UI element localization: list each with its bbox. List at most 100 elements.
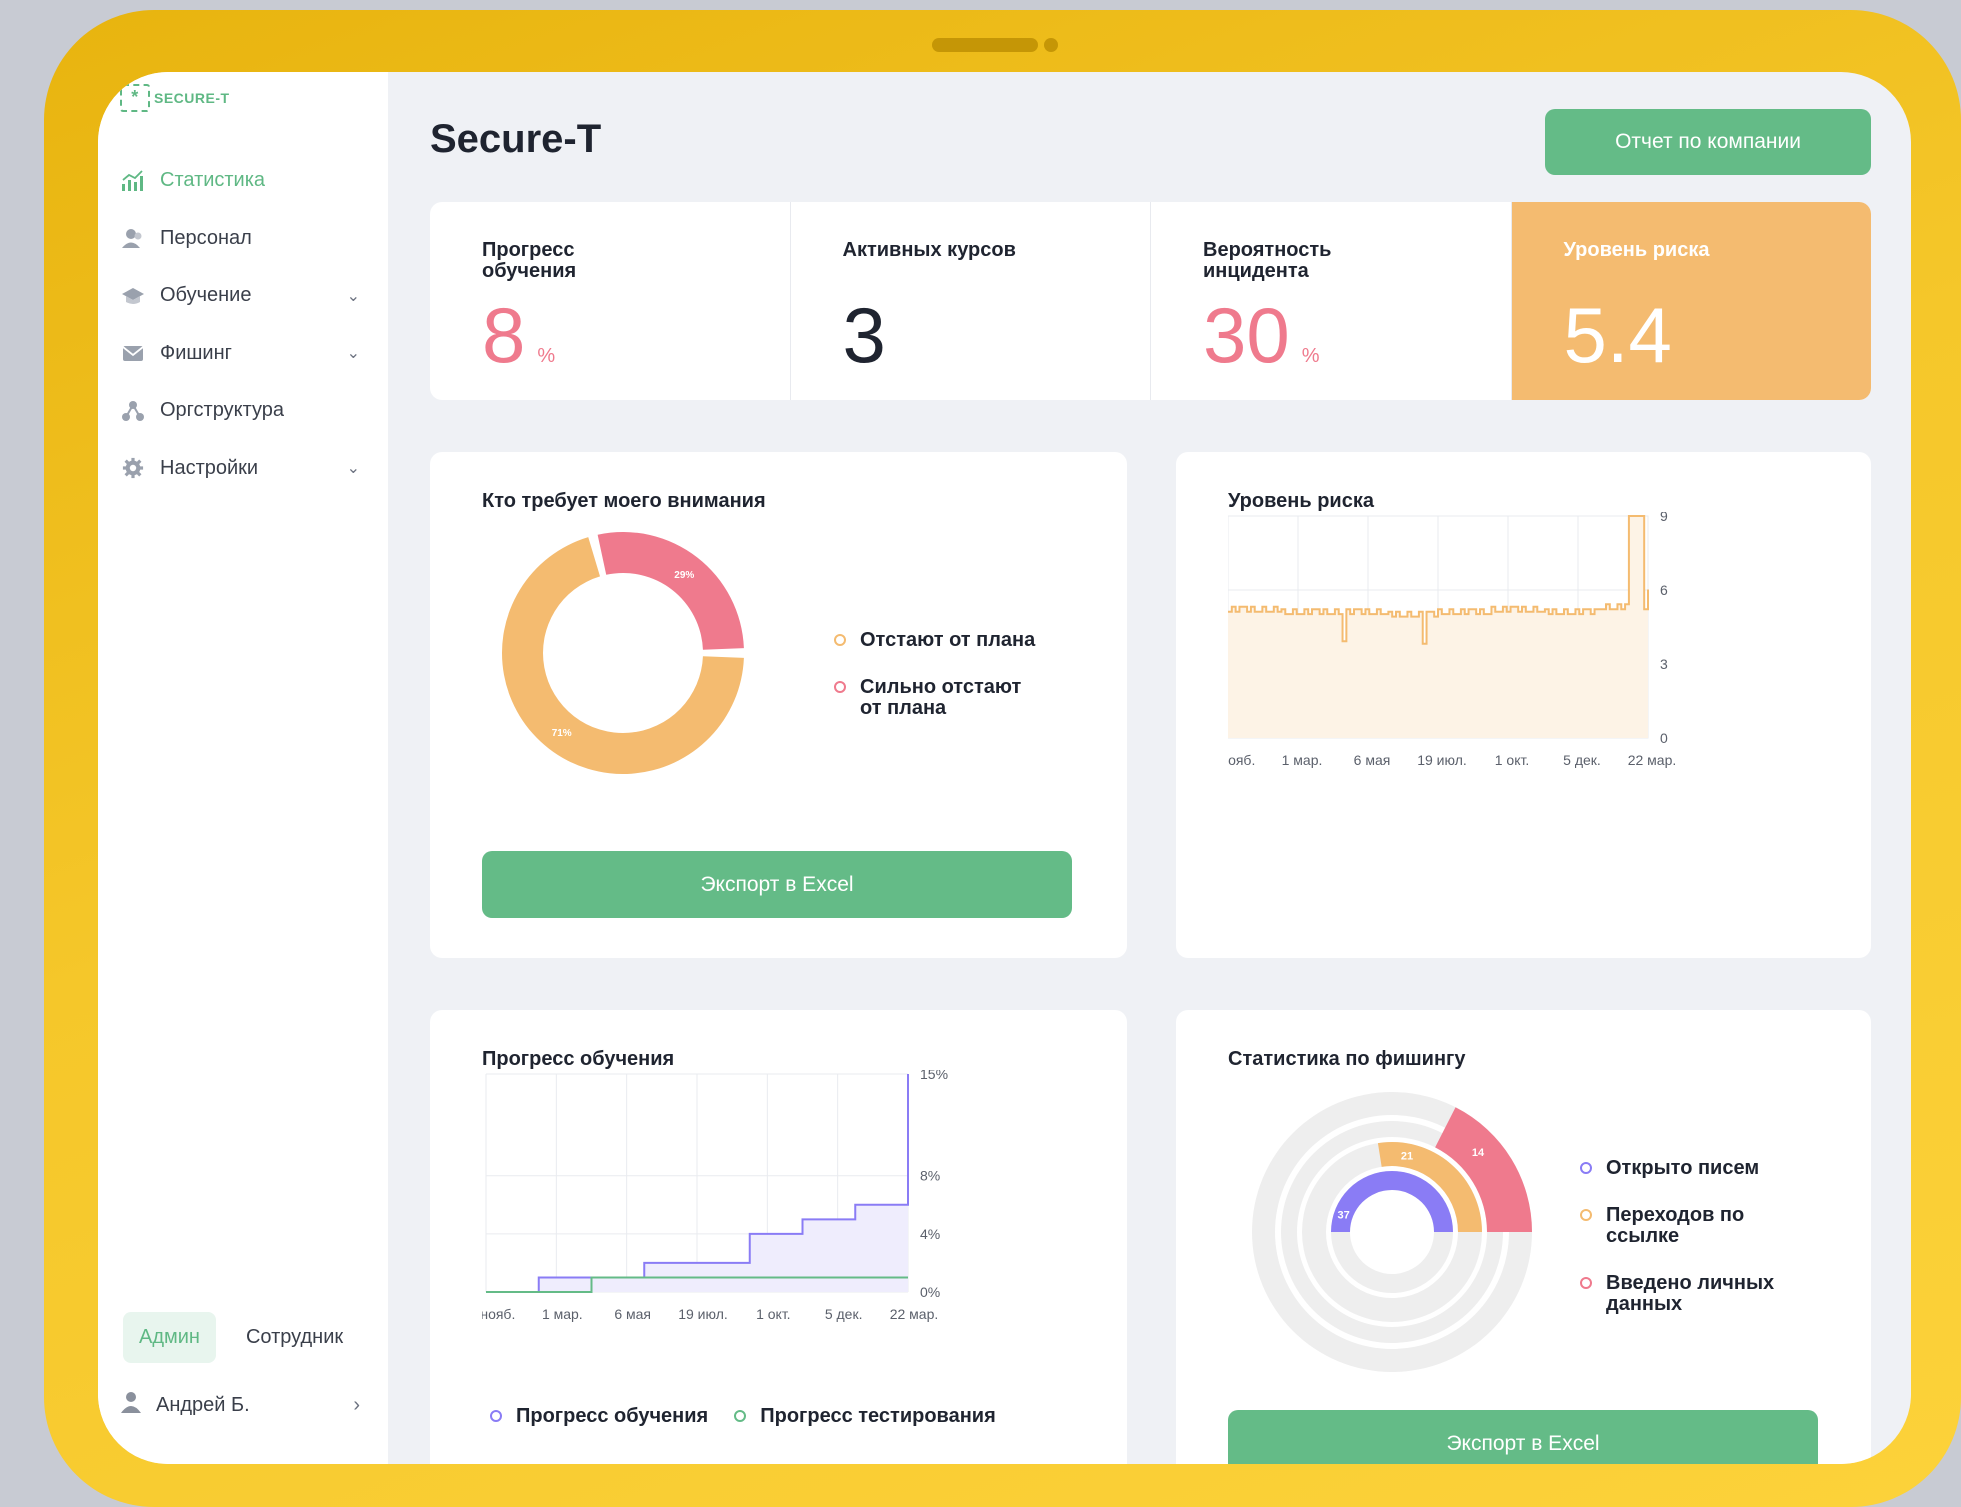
legend-label: Открыто писем (1606, 1157, 1760, 1179)
y-tick-label: 3 (1660, 656, 1668, 672)
sidebar-item-phishing[interactable]: Фишинг ⌄ (120, 325, 360, 383)
legend-label: Введено личных данных (1606, 1272, 1775, 1315)
legend-item: Прогресс тестирования (734, 1406, 996, 1427)
phishing-legend: Открыто писем Переходов по ссылке Введен… (1580, 1158, 1820, 1315)
stat-incident-probability: Вероятность инцидента 30% (1151, 202, 1512, 400)
sidebar-item-settings[interactable]: Настройки ⌄ (120, 440, 360, 498)
legend-item: Прогресс обучения (490, 1406, 708, 1427)
ring-gap (1350, 1190, 1434, 1274)
y-tick-label: 8% (920, 1168, 940, 1184)
x-tick-label: 6 мая (1354, 752, 1391, 768)
chevron-down-icon[interactable]: ⌄ (347, 458, 360, 478)
page-title: Secure-T (430, 117, 602, 161)
slice-label: 29% (674, 570, 694, 581)
users-icon (120, 225, 146, 251)
phishing-radial-chart: 37 21 14 (1252, 1092, 1532, 1372)
role-admin-tab[interactable]: Админ (123, 1312, 216, 1363)
stat-label: Уровень риска (1563, 239, 1710, 261)
role-employee-tab[interactable]: Сотрудник (230, 1312, 359, 1363)
phishing-card: Статистика по фишингу 37 21 14 Открыто пис… (1176, 1010, 1871, 1464)
legend-item: Отстают от плана (834, 630, 1035, 651)
company-report-button[interactable]: Отчет по компании (1545, 109, 1871, 175)
x-tick-label: 19 июл. (678, 1306, 728, 1322)
arc-value-label: 14 (1472, 1147, 1485, 1159)
sidebar-item-org-structure[interactable]: Оргструктура (120, 382, 360, 440)
card-title: Прогресс обучения (482, 1048, 675, 1070)
legend-label: Прогресс обучения (516, 1405, 709, 1427)
sidebar-item-statistics[interactable]: Статистика (120, 152, 360, 210)
sidebar-item-label: Персонал (160, 226, 252, 249)
x-tick-label: 1 мар. (1282, 752, 1323, 768)
donut-slice (597, 532, 744, 650)
x-tick-label: 5 дек. (825, 1306, 863, 1322)
chevron-right-icon[interactable]: › (353, 1394, 360, 1417)
stat-value: 3 (842, 291, 886, 379)
legend-item: Сильно отстают от плана (834, 677, 1024, 719)
export-excel-button[interactable]: Экспорт в Excel (1228, 1410, 1818, 1464)
sidebar-item-label: Оргструктура (160, 399, 284, 422)
role-switcher: Админ Сотрудник (123, 1312, 359, 1363)
stat-value: 8% (482, 291, 556, 379)
stat-label: Вероятность инцидента (1203, 239, 1332, 282)
envelope-icon (120, 340, 146, 366)
sidebar-item-label: Настройки (160, 456, 259, 479)
sidebar-item-label: Фишинг (160, 341, 232, 364)
y-tick-label: 4% (920, 1226, 940, 1242)
x-tick-label: 5 дек. (1563, 752, 1601, 768)
legend-dot (1580, 1162, 1592, 1174)
legend-item: Открыто писем (1580, 1158, 1820, 1179)
stats-panel: Прогресс обучения 8% Активных курсов 3 В… (430, 202, 1871, 400)
y-tick-label: 6 (1660, 582, 1668, 598)
org-structure-icon (120, 398, 146, 424)
logo[interactable]: * SECURE-T (120, 84, 230, 112)
stat-label: Активных курсов (842, 239, 1016, 261)
chart-bars-icon (120, 168, 146, 194)
slice-label: 71% (552, 728, 572, 739)
user-icon (120, 1390, 142, 1420)
legend-dot (1580, 1209, 1592, 1221)
sidebar: * SECURE-T Статистика Персонал Обучение … (98, 72, 388, 1464)
card-title: Статистика по фишингу (1228, 1048, 1466, 1070)
logo-mark-icon: * (120, 84, 150, 112)
card-title: Уровень риска (1228, 490, 1374, 512)
legend-item: Переходов по ссылке (1580, 1205, 1820, 1247)
legend-dot (734, 1410, 747, 1422)
x-tick-label: 19 июл. (1417, 752, 1467, 768)
chevron-down-icon[interactable]: ⌄ (347, 343, 360, 363)
arc-value-label: 37 (1337, 1209, 1349, 1221)
progress-line-chart: 9 нояб. 1 мар. 6 мая 19 июл. 1 окт. 5 дек. 22 … (482, 1070, 948, 1322)
stat-training-progress: Прогресс обучения 8% (430, 202, 791, 400)
progress-chart-card: Прогресс обучения 9 нояб. 1 мар. 6 мая 19 и… (430, 1010, 1127, 1464)
card-title: Кто требует моего внимания (482, 490, 766, 512)
x-tick-label: 1 мар. (542, 1306, 583, 1322)
attention-card: Кто требует моего внимания 71% 29% Отстаю… (430, 452, 1127, 958)
stat-risk-level: Уровень риска 5.4 (1511, 202, 1871, 400)
export-excel-button[interactable]: Экспорт в Excel (482, 851, 1072, 918)
x-tick-label: 22 мар. (1628, 752, 1677, 768)
device-speaker (932, 38, 1038, 52)
legend-label: Сильно отстают от плана (860, 676, 1022, 719)
x-tick-label: 9 нояб. (1228, 752, 1255, 768)
user-menu[interactable]: Андрей Б. › (120, 1390, 360, 1420)
sidebar-item-personnel[interactable]: Персонал (120, 210, 360, 268)
logo-text: SECURE-T (154, 90, 230, 106)
chevron-down-icon[interactable]: ⌄ (347, 286, 360, 306)
legend-label: Отстают от плана (860, 629, 1036, 651)
attention-donut: 71% 29% (501, 532, 744, 774)
risk-chart-card: Уровень риска 9 нояб. 1 мар. 6 мая 19 июл. 1… (1176, 452, 1871, 958)
sidebar-item-training[interactable]: Обучение ⌄ (120, 267, 360, 325)
y-tick-label: 0% (920, 1284, 940, 1300)
progress-legend: Прогресс обучения Прогресс тестирования (490, 1406, 996, 1427)
x-tick-label: 9 нояб. (482, 1306, 515, 1322)
legend-dot (834, 681, 846, 693)
x-tick-label: 1 окт. (1495, 752, 1530, 768)
legend-label: Прогресс тестирования (760, 1405, 996, 1427)
sidebar-nav: Статистика Персонал Обучение ⌄ Фишинг ⌄ … (120, 152, 360, 497)
main-content: Secure-T Отчет по компании Прогресс обуч… (388, 72, 1911, 1464)
x-tick-label: 22 мар. (890, 1306, 939, 1322)
y-tick-label: 0 (1660, 730, 1668, 746)
stat-value: 30% (1203, 291, 1320, 379)
stat-value: 5.4 (1563, 291, 1672, 379)
x-tick-label: 6 мая (614, 1306, 651, 1322)
app-screen: * SECURE-T Статистика Персонал Обучение … (98, 72, 1911, 1464)
